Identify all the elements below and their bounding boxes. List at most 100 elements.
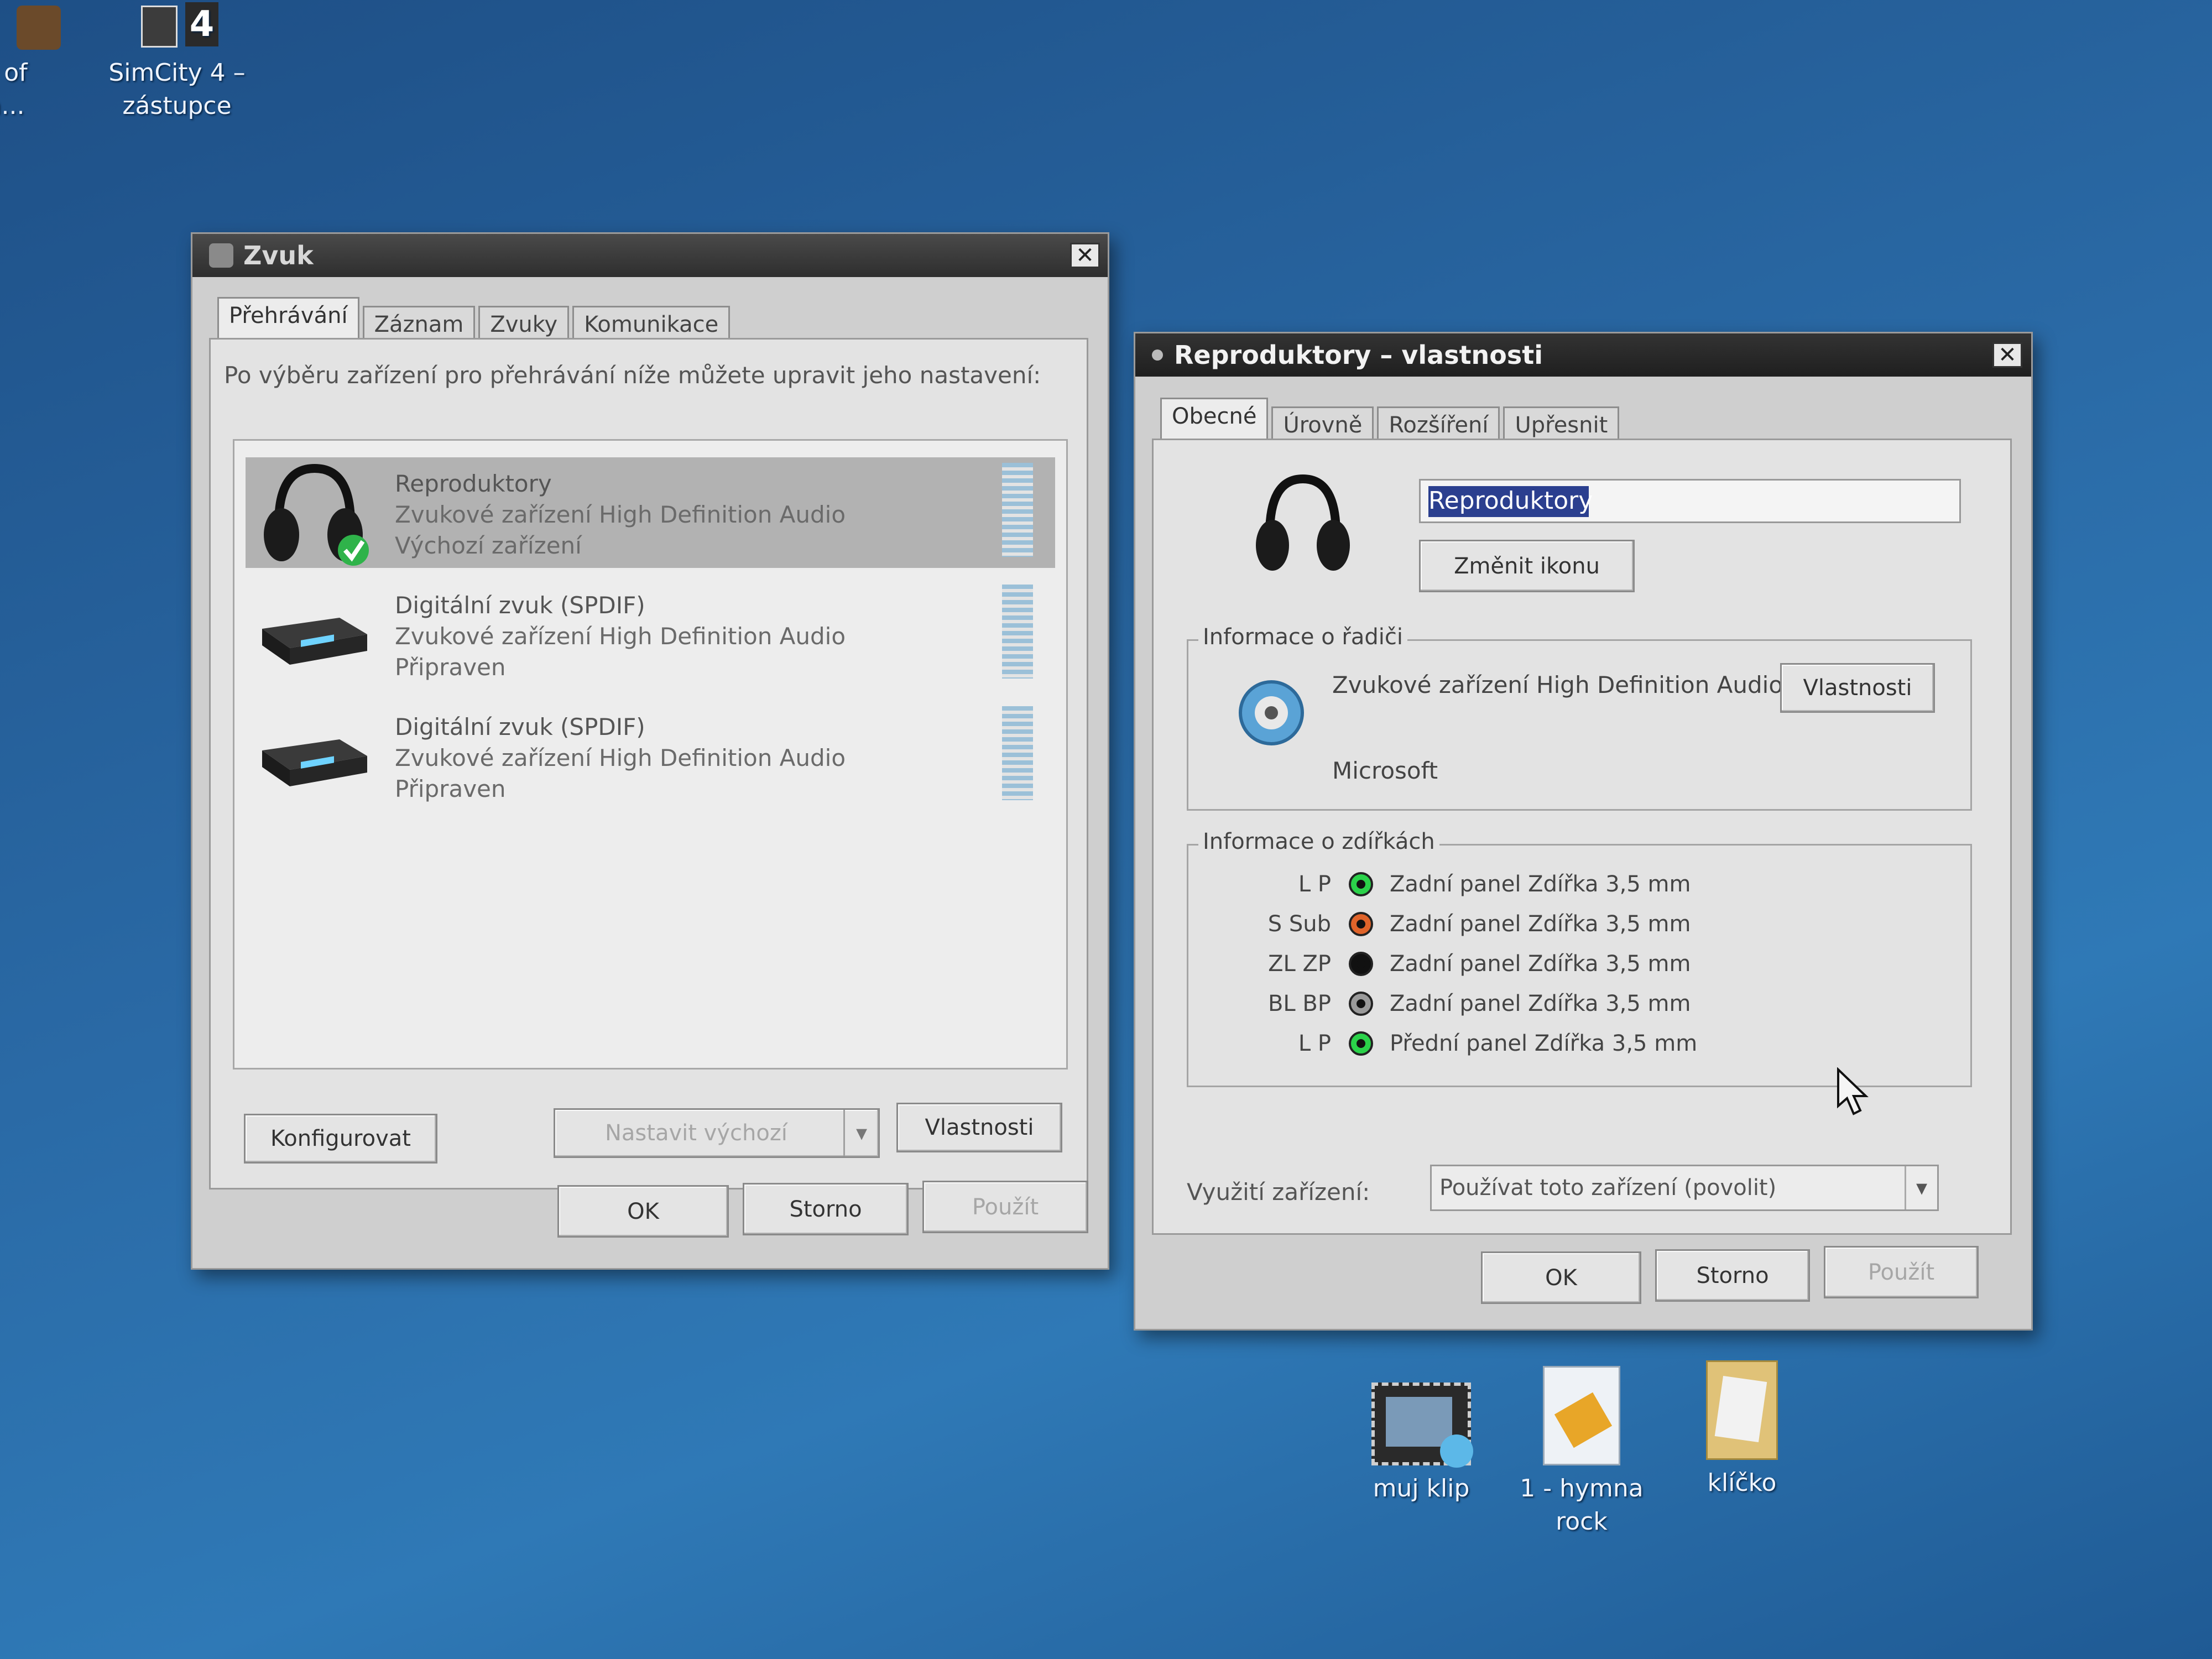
properties-window: Reproduktory – vlastnosti ✕ Obecné Úrovn… [1134, 332, 2033, 1331]
close-icon: ✕ [1998, 342, 2017, 368]
device-list[interactable]: Reproduktory Zvukové zařízení High Defin… [233, 439, 1068, 1070]
controller-name: Zvukové zařízení High Definition Audio [1332, 671, 1783, 698]
properties-window-titlebar[interactable]: Reproduktory – vlastnosti ✕ [1135, 333, 2031, 377]
general-panel: Reproduktory Změnit ikonu Informace o řa… [1152, 439, 2012, 1235]
desktop-icon-label: muj klip [1373, 1474, 1470, 1503]
ok-button[interactable]: OK [557, 1185, 729, 1238]
apply-button[interactable]: Použít [1824, 1246, 1979, 1298]
device-name: Digitální zvuk (SPDIF) [395, 592, 645, 619]
device-status: Výchozí zařízení [395, 532, 582, 559]
jack-channel: ZL ZP [1268, 951, 1331, 977]
device-usage-label: Využití zařízení: [1187, 1178, 1370, 1206]
volume-meter [1002, 585, 1033, 679]
jack-desc: Zadní panel Zdířka 3,5 mm [1390, 872, 1691, 897]
tab-advanced[interactable]: Upřesnit [1503, 406, 1620, 439]
device-usage-value: Používat toto zařízení (povolit) [1439, 1175, 1777, 1201]
chevron-down-icon: ▾ [843, 1110, 878, 1156]
game-shortcut-icon [17, 6, 61, 50]
cancel-button[interactable]: Storno [1655, 1249, 1810, 1302]
video-file-icon [1371, 1383, 1473, 1468]
tab-recording[interactable]: Záznam [362, 306, 476, 338]
controller-vendor: Microsoft [1332, 757, 1438, 784]
jack-channel: L P [1298, 1031, 1331, 1056]
jack-channel: L P [1298, 872, 1331, 897]
close-button[interactable]: ✕ [1992, 342, 2022, 368]
jack-color-icon [1349, 912, 1373, 936]
device-row-spdif-1[interactable]: Digitální zvuk (SPDIF) Zvukové zařízení … [246, 579, 1055, 690]
controller-info-label: Informace o řadiči [1198, 624, 1407, 650]
volume-meter [1002, 706, 1033, 800]
sound-tabs: Přehrávání Záznam Zvuky Komunikace [217, 297, 731, 338]
jack-row: ZL ZP Zadní panel Zdířka 3,5 mm [1211, 947, 1691, 980]
set-default-label: Nastavit výchozí [605, 1120, 787, 1146]
headphones-icon [1248, 468, 1358, 578]
window-title: Zvuk [243, 241, 314, 270]
device-row-spdif-2[interactable]: Digitální zvuk (SPDIF) Zvukové zařízení … [246, 701, 1055, 811]
desktop-icon-simcity[interactable]: 4 SimCity 4 – zástupce [105, 0, 249, 123]
jack-desc: Zadní panel Zdířka 3,5 mm [1390, 951, 1691, 977]
device-type: Zvukové zařízení High Definition Audio [395, 744, 846, 771]
desktop-icon-label: klíčko [1707, 1469, 1777, 1497]
close-button[interactable]: ✕ [1070, 243, 1100, 268]
chevron-down-icon: ▾ [1905, 1166, 1937, 1209]
digital-receiver-icon [257, 596, 373, 673]
jack-desc: Zadní panel Zdířka 3,5 mm [1390, 991, 1691, 1016]
device-type: Zvukové zařízení High Definition Audio [395, 501, 846, 528]
configure-button[interactable]: Konfigurovat [244, 1114, 437, 1164]
device-name: Reproduktory [395, 470, 552, 497]
device-status: Připraven [395, 654, 506, 681]
desktop-icon-audio[interactable]: 1 - hymna rock [1510, 1366, 1653, 1538]
playback-panel: Po výběru zařízení pro přehrávání níže m… [209, 338, 1088, 1190]
tab-levels[interactable]: Úrovně [1271, 406, 1374, 439]
jack-row: L P Přední panel Zdířka 3,5 mm [1211, 1027, 1697, 1060]
device-status: Připraven [395, 775, 506, 802]
sound-window-titlebar[interactable]: Zvuk ✕ [192, 234, 1108, 277]
jack-row: L P Zadní panel Zdířka 3,5 mm [1211, 868, 1691, 901]
tab-playback[interactable]: Přehrávání [217, 297, 359, 338]
tab-general[interactable]: Obecné [1160, 398, 1269, 439]
jack-info-label: Informace o zdířkách [1198, 829, 1439, 854]
tab-enhancements[interactable]: Rozšíření [1377, 406, 1500, 439]
window-title: Reproduktory – vlastnosti [1174, 340, 1543, 370]
jack-channel: S Sub [1267, 911, 1331, 937]
sound-window: Zvuk ✕ Přehrávání Záznam Zvuky Komunikac… [191, 232, 1109, 1270]
jack-color-icon [1349, 952, 1373, 976]
mouse-cursor-icon [1836, 1067, 1869, 1117]
ok-button[interactable]: OK [1481, 1251, 1641, 1304]
close-icon: ✕ [1076, 243, 1094, 268]
desktop-icon-video[interactable]: muj klip [1349, 1383, 1493, 1505]
headphones-icon [257, 457, 373, 568]
simcity-shortcut-icon: 4 [130, 0, 224, 50]
jack-desc: Přední panel Zdířka 3,5 mm [1390, 1031, 1698, 1056]
jack-row: S Sub Zadní panel Zdířka 3,5 mm [1211, 907, 1691, 941]
apply-button[interactable]: Použít [922, 1181, 1088, 1233]
folder-icon [1706, 1360, 1778, 1460]
set-default-button[interactable]: Nastavit výchozí ▾ [554, 1108, 880, 1158]
tab-sounds[interactable]: Zvuky [478, 306, 570, 338]
desktop-icon-label: a... [0, 92, 25, 120]
speaker-settings-icon [209, 243, 233, 268]
cancel-button[interactable]: Storno [743, 1183, 909, 1235]
change-icon-button[interactable]: Změnit ikonu [1419, 540, 1635, 592]
device-properties-button[interactable]: Vlastnosti [896, 1103, 1062, 1152]
desktop-icon-label: s of [0, 59, 28, 87]
controller-properties-button[interactable]: Vlastnosti [1780, 663, 1935, 713]
digital-receiver-icon [257, 717, 373, 795]
audio-driver-icon [1233, 674, 1310, 752]
desktop-icon-partial[interactable]: s of a... [0, 6, 77, 123]
volume-meter [1002, 463, 1033, 557]
device-row-speakers[interactable]: Reproduktory Zvukové zařízení High Defin… [246, 457, 1055, 568]
jack-color-icon [1349, 992, 1373, 1016]
jack-desc: Zadní panel Zdířka 3,5 mm [1390, 911, 1691, 937]
device-usage-select[interactable]: Používat toto zařízení (povolit) ▾ [1430, 1165, 1939, 1211]
tab-communications[interactable]: Komunikace [572, 306, 731, 338]
desktop-icon-label: 1 - hymna rock [1520, 1474, 1644, 1536]
device-name-input[interactable]: Reproduktory [1419, 479, 1961, 523]
desktop-icon-label: zástupce [122, 92, 232, 120]
jack-row: BL BP Zadní panel Zdířka 3,5 mm [1211, 987, 1691, 1020]
device-name: Digitální zvuk (SPDIF) [395, 713, 645, 740]
desktop-icon-folder[interactable]: klíčko [1670, 1360, 1814, 1500]
audio-file-icon [1543, 1366, 1620, 1465]
jack-color-icon [1349, 1031, 1373, 1056]
properties-tabs: Obecné Úrovně Rozšíření Upřesnit [1160, 398, 1620, 439]
